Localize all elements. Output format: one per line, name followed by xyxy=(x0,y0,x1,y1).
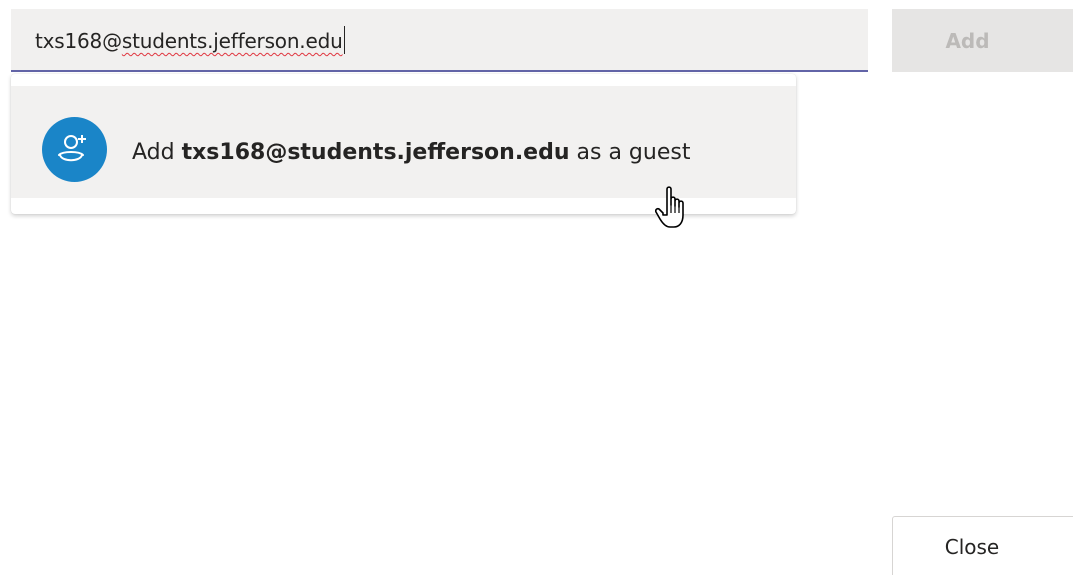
suggestion-suffix: as a guest xyxy=(569,140,691,165)
input-value-user: txs168@ xyxy=(35,29,122,53)
input-value[interactable]: txs168@students.jefferson.edu xyxy=(35,26,345,54)
close-button[interactable]: Close xyxy=(892,516,1073,575)
add-button[interactable]: Add xyxy=(892,9,1073,72)
add-as-guest-option[interactable]: Add txs168@students.jefferson.edu as a g… xyxy=(11,86,796,198)
input-value-domain: students.jefferson.edu xyxy=(121,29,343,53)
add-guest-dialog: txs168@students.jefferson.edu Add Add tx… xyxy=(0,0,1073,575)
text-caret xyxy=(343,26,345,54)
add-guest-icon xyxy=(42,117,107,182)
suggestion-email: txs168@students.jefferson.edu xyxy=(181,140,570,165)
suggestion-prefix: Add xyxy=(132,140,182,165)
hand-pointer-cursor-icon xyxy=(654,185,697,239)
people-search-input[interactable]: txs168@students.jefferson.edu xyxy=(11,9,868,72)
add-as-guest-label: Add txs168@students.jefferson.edu as a g… xyxy=(132,140,690,165)
